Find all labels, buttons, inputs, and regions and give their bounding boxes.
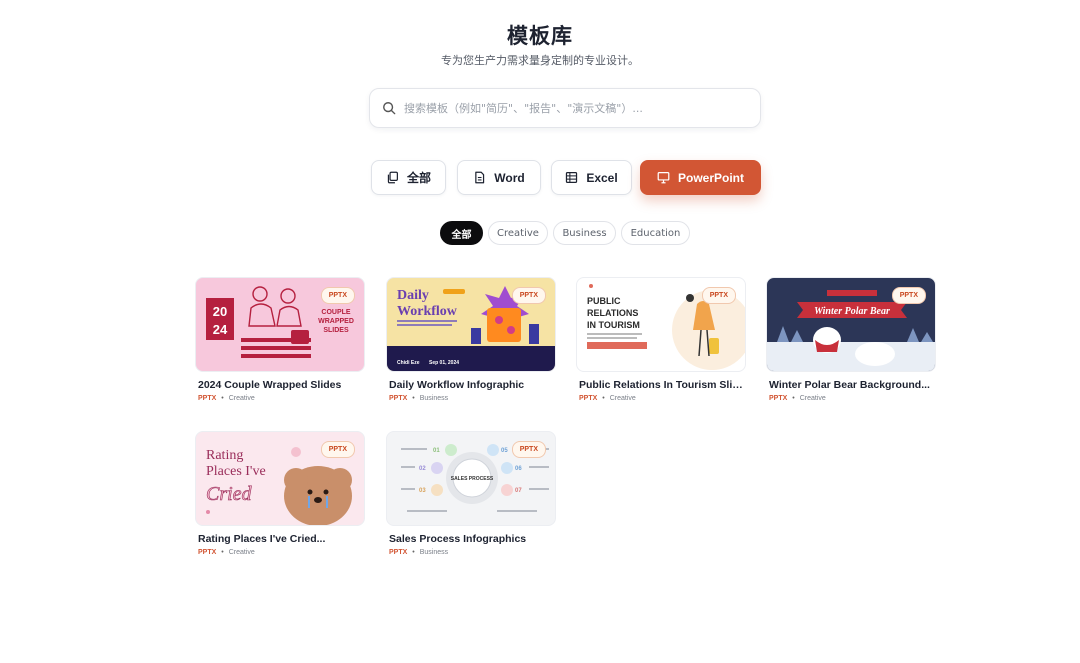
thumb-line1: Rating (206, 448, 243, 463)
chip-creative[interactable]: Creative (488, 221, 548, 245)
format-badge: PPTX (511, 441, 546, 458)
thumb-line3: Cried (206, 483, 253, 505)
search-bar[interactable] (369, 88, 761, 128)
thumb-year-bottom: 24 (213, 322, 228, 337)
template-format: PPTX (198, 395, 217, 402)
template-meta: PPTX • Business (389, 395, 556, 402)
thumb-line1: PUBLIC (587, 296, 621, 306)
template-category: Business (419, 549, 449, 556)
template-meta: PPTX • Creative (198, 549, 365, 556)
thumb-n5: 06 (515, 466, 522, 472)
thumb-n6: 07 (515, 488, 522, 494)
template-category: Creative (609, 395, 636, 402)
tab-word[interactable]: Word (457, 160, 541, 195)
tab-word-label: Word (494, 170, 525, 185)
thumb-date: Sep 01, 2024 (429, 360, 459, 366)
format-badge: PPTX (320, 287, 355, 304)
meta-separator: • (221, 549, 224, 556)
template-format: PPTX (389, 395, 408, 402)
template-thumbnail[interactable]: SALES PROCESS 01 02 03 05 06 07 PPTX (386, 431, 556, 526)
template-card[interactable]: Rating Places I've Cried PPTX Rating Pla… (195, 431, 365, 556)
thumb-line1: Daily (397, 288, 429, 303)
format-badge: PPTX (701, 287, 736, 304)
template-title[interactable]: 2024 Couple Wrapped Slides (198, 379, 362, 391)
tab-powerpoint-label: PowerPoint (677, 170, 744, 185)
template-title[interactable]: Daily Workflow Infographic (389, 379, 553, 391)
thumb-year-top: 20 (213, 304, 227, 319)
search-input[interactable] (404, 101, 744, 115)
thumb-line2: Places I've (206, 464, 266, 479)
template-card[interactable]: SALES PROCESS 01 02 03 05 06 07 PPTX Sal… (386, 431, 556, 556)
template-thumbnail[interactable]: 20 24 COUPLE WRAPPED SLIDES PPTX (195, 277, 365, 372)
template-format: PPTX (389, 549, 408, 556)
template-format: PPTX (769, 395, 788, 402)
template-title[interactable]: Public Relations In Tourism Slides (579, 379, 743, 391)
thumb-n4: 05 (501, 448, 508, 454)
thumb-line3: IN TOURISM (587, 320, 640, 330)
document-icon (475, 171, 485, 184)
table-icon (566, 172, 578, 183)
thumb-line2: RELATIONS (587, 308, 638, 318)
thumb-n2: 02 (419, 466, 426, 472)
template-category: Creative (228, 549, 255, 556)
thumb-line2: Workflow (397, 304, 458, 319)
tab-all[interactable]: 全部 (371, 160, 446, 195)
search-icon (383, 102, 396, 115)
thumb-center: SALES PROCESS (451, 476, 494, 482)
template-title[interactable]: Sales Process Infographics (389, 533, 553, 545)
template-format: PPTX (198, 549, 217, 556)
thumb-line2: WRAPPED (318, 318, 354, 325)
template-card[interactable]: 20 24 COUPLE WRAPPED SLIDES PPTX 2024 Co… (195, 277, 365, 402)
meta-separator: • (602, 395, 605, 402)
page-title: 模板库 (507, 24, 573, 48)
template-thumbnail[interactable]: PUBLIC RELATIONS IN TOURISM PPTX (576, 277, 746, 372)
chip-business[interactable]: Business (553, 221, 616, 245)
meta-separator: • (412, 549, 415, 556)
format-badge: PPTX (320, 441, 355, 458)
template-card[interactable]: Winter Polar Bear PPTX Winter Polar Bear… (766, 277, 936, 402)
thumb-n3: 03 (419, 488, 426, 494)
presentation-icon (657, 172, 670, 184)
template-card[interactable]: PUBLIC RELATIONS IN TOURISM PPTX Public … (576, 277, 746, 402)
chip-all[interactable]: 全部 (440, 221, 483, 245)
template-card[interactable]: Daily Workflow Chidi Eze Sep 01, 2024 PP… (386, 277, 556, 402)
template-thumbnail[interactable]: Winter Polar Bear PPTX (766, 277, 936, 372)
format-badge: PPTX (891, 287, 926, 304)
template-title[interactable]: Rating Places I've Cried... (198, 533, 362, 545)
template-title[interactable]: Winter Polar Bear Background... (769, 379, 933, 391)
tab-all-label: 全部 (406, 171, 431, 185)
template-thumbnail[interactable]: Rating Places I've Cried PPTX (195, 431, 365, 526)
page-subtitle: 专为您生产力需求量身定制的专业设计。 (441, 54, 639, 67)
copy-icon (387, 171, 398, 184)
template-meta: PPTX • Creative (198, 395, 365, 402)
tab-excel[interactable]: Excel (551, 160, 632, 195)
meta-separator: • (221, 395, 224, 402)
template-category: Creative (228, 395, 255, 402)
template-thumbnail[interactable]: Daily Workflow Chidi Eze Sep 01, 2024 PP… (386, 277, 556, 372)
thumb-n1: 01 (433, 448, 440, 454)
tab-excel-label: Excel (586, 170, 618, 185)
thumb-line1: Winter Polar Bear (814, 306, 890, 317)
template-category: Business (419, 395, 449, 402)
template-format: PPTX (579, 395, 598, 402)
chip-education[interactable]: Education (621, 221, 690, 245)
thumb-name: Chidi Eze (397, 360, 420, 366)
template-category: Creative (799, 395, 826, 402)
thumb-line1: COUPLE (321, 309, 351, 316)
template-meta: PPTX • Creative (769, 395, 936, 402)
meta-separator: • (412, 395, 415, 402)
template-meta: PPTX • Creative (579, 395, 746, 402)
meta-separator: • (792, 395, 795, 402)
template-meta: PPTX • Business (389, 549, 556, 556)
thumb-line3: SLIDES (323, 327, 349, 334)
tab-powerpoint[interactable]: PowerPoint (640, 160, 761, 195)
format-badge: PPTX (511, 287, 546, 304)
